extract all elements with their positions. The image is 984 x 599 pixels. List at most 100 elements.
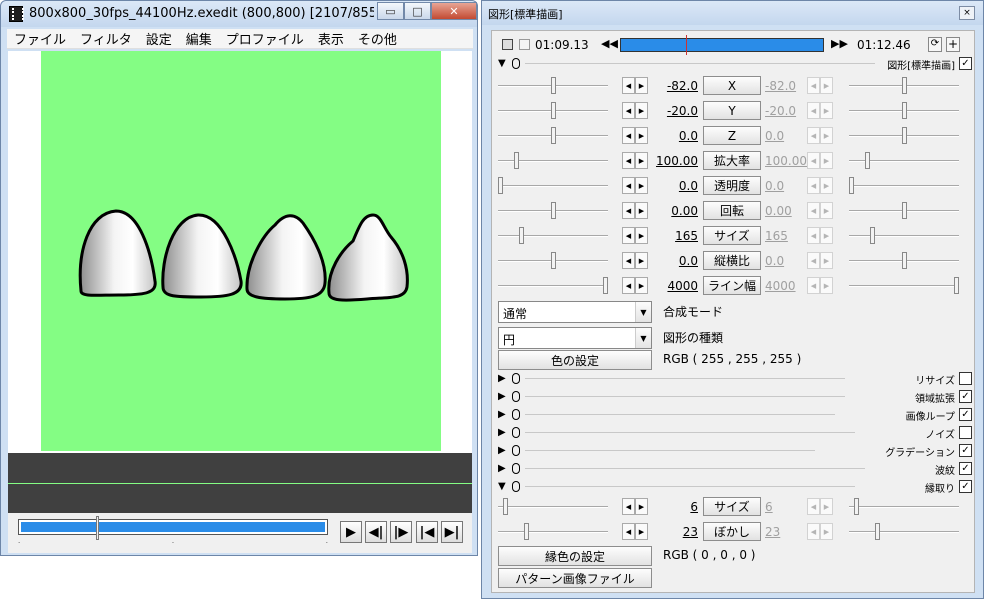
slider-knob[interactable] (519, 227, 524, 244)
arrow-left-icon[interactable]: ◀ (622, 277, 635, 294)
slider-knob[interactable] (902, 252, 907, 269)
param-scale-mode-button[interactable]: 拡大率 (703, 151, 761, 170)
effect-gradient-header[interactable]: ▶ グラデーション ✓ (492, 442, 976, 460)
next-frame-button[interactable]: |▶ (390, 521, 412, 543)
param-aspect-mode-button[interactable]: 縦横比 (703, 251, 761, 270)
param-x-start-slider[interactable] (498, 77, 608, 94)
settings-title-bar[interactable]: 図形[標準描画] × (482, 1, 983, 25)
arrow-left-icon[interactable]: ◀ (622, 227, 635, 244)
expand-triangle-icon[interactable]: ▶ (498, 445, 506, 456)
border-blur-start-slider[interactable] (498, 523, 608, 540)
go-start-button[interactable]: |◀ (416, 521, 438, 543)
effect-enabled-checkbox[interactable]: ✓ (959, 390, 972, 403)
menu-profile[interactable]: プロファイル (219, 29, 311, 48)
slider-knob[interactable] (551, 252, 556, 269)
camera-icon[interactable] (502, 39, 513, 50)
close-button[interactable]: ✕ (431, 2, 477, 20)
arrow-left-icon[interactable]: ◀ (622, 202, 635, 219)
slider-knob[interactable] (551, 102, 556, 119)
slider-knob[interactable] (551, 127, 556, 144)
arrow-left-icon[interactable]: ◀ (622, 177, 635, 194)
arrow-left-icon[interactable]: ◀ (622, 523, 635, 540)
slider-knob[interactable] (524, 523, 529, 540)
param-size-start-value[interactable]: 165 (644, 229, 698, 243)
border-color-button[interactable]: 縁色の設定 (498, 546, 652, 566)
effect-enabled-checkbox[interactable]: ✓ (959, 480, 972, 493)
arrow-left-icon[interactable]: ◀ (622, 127, 635, 144)
param-line-width-start-value[interactable]: 4000 (644, 279, 698, 293)
slider-knob[interactable] (902, 127, 907, 144)
blend-mode-select[interactable]: 通常 ▼ (498, 301, 652, 323)
slider-knob[interactable] (498, 177, 503, 194)
collapse-triangle-icon[interactable]: ▼ (498, 58, 506, 69)
slider-knob[interactable] (551, 202, 556, 219)
slider-knob[interactable] (514, 152, 519, 169)
param-line-width-end-slider[interactable] (849, 277, 959, 294)
go-end-button[interactable]: ▶| (441, 521, 463, 543)
maximize-button[interactable]: □ (404, 2, 431, 20)
menu-other[interactable]: その他 (351, 29, 404, 48)
param-z-mode-button[interactable]: Z (703, 126, 761, 145)
effect-ripple-header[interactable]: ▶ 波紋 ✓ (492, 460, 976, 478)
param-y-start-slider[interactable] (498, 102, 608, 119)
param-size-mode-button[interactable]: サイズ (703, 226, 761, 245)
param-y-start-value[interactable]: -20.0 (644, 104, 698, 118)
param-scale-end-slider[interactable] (849, 152, 959, 169)
param-aspect-end-slider[interactable] (849, 252, 959, 269)
param-opacity-end-slider[interactable] (849, 177, 959, 194)
slider-knob[interactable] (854, 498, 859, 515)
slider-knob[interactable] (603, 277, 608, 294)
menu-filter[interactable]: フィルタ (73, 29, 139, 48)
expand-triangle-icon[interactable]: ▶ (498, 463, 506, 474)
link-icon[interactable]: ⟳ (928, 37, 942, 52)
arrow-left-icon[interactable]: ◀ (622, 102, 635, 119)
seek-thumb[interactable] (96, 516, 99, 540)
slider-knob[interactable] (902, 202, 907, 219)
param-rotation-start-value[interactable]: 0.00 (644, 204, 698, 218)
param-scale-start-value[interactable]: 100.00 (644, 154, 698, 168)
param-size-start-slider[interactable] (498, 227, 608, 244)
param-y-mode-button[interactable]: Y (703, 101, 761, 120)
param-rotation-end-slider[interactable] (849, 202, 959, 219)
frame-icon[interactable] (519, 39, 530, 50)
param-line-width-start-slider[interactable] (498, 277, 608, 294)
slider-knob[interactable] (875, 523, 880, 540)
effect-enabled-checkbox[interactable]: ✓ (959, 408, 972, 421)
slider-knob[interactable] (849, 177, 854, 194)
param-z-start-slider[interactable] (498, 127, 608, 144)
effect-resize-header[interactable]: ▶ リサイズ (492, 370, 976, 388)
effect-enabled-checkbox[interactable] (959, 426, 972, 439)
expand-triangle-icon[interactable]: ▶ (498, 409, 506, 420)
filter-enabled-checkbox[interactable]: ✓ (959, 57, 972, 70)
shape-type-select[interactable]: 円 ▼ (498, 327, 652, 349)
expand-triangle-icon[interactable]: ▶ (498, 373, 506, 384)
param-x-start-value[interactable]: -82.0 (644, 79, 698, 93)
effect-enabled-checkbox[interactable]: ✓ (959, 462, 972, 475)
param-opacity-mode-button[interactable]: 透明度 (703, 176, 761, 195)
param-x-end-slider[interactable] (849, 77, 959, 94)
effect-area-expand-header[interactable]: ▶ 領域拡張 ✓ (492, 388, 976, 406)
param-aspect-start-value[interactable]: 0.0 (644, 254, 698, 268)
settings-close-button[interactable]: × (959, 6, 975, 20)
param-opacity-start-slider[interactable] (498, 177, 608, 194)
border-blur-mode-button[interactable]: ぼかし (703, 522, 761, 541)
arrow-left-icon[interactable]: ◀ (622, 252, 635, 269)
border-blur-start-value[interactable]: 23 (644, 525, 698, 539)
slider-knob[interactable] (902, 77, 907, 94)
effect-enabled-checkbox[interactable] (959, 372, 972, 385)
seek-forward-button[interactable]: ▶▶ (831, 37, 848, 50)
param-size-end-slider[interactable] (849, 227, 959, 244)
preview-title-bar[interactable]: 800x800_30fps_44100Hz.exedit (800,800) [… (1, 1, 477, 27)
border-size-start-value[interactable]: 6 (644, 500, 698, 514)
param-z-end-slider[interactable] (849, 127, 959, 144)
border-size-end-slider[interactable] (849, 498, 959, 515)
slider-knob[interactable] (551, 77, 556, 94)
param-rotation-mode-button[interactable]: 回転 (703, 201, 761, 220)
effect-image-loop-header[interactable]: ▶ 画像ループ ✓ (492, 406, 976, 424)
time-range-bar[interactable] (620, 35, 824, 55)
param-y-end-slider[interactable] (849, 102, 959, 119)
minimize-button[interactable]: ▭ (377, 2, 404, 20)
color-settings-button[interactable]: 色の設定 (498, 350, 652, 370)
effect-noise-header[interactable]: ▶ ノイズ (492, 424, 976, 442)
play-button[interactable]: ▶ (340, 521, 362, 543)
